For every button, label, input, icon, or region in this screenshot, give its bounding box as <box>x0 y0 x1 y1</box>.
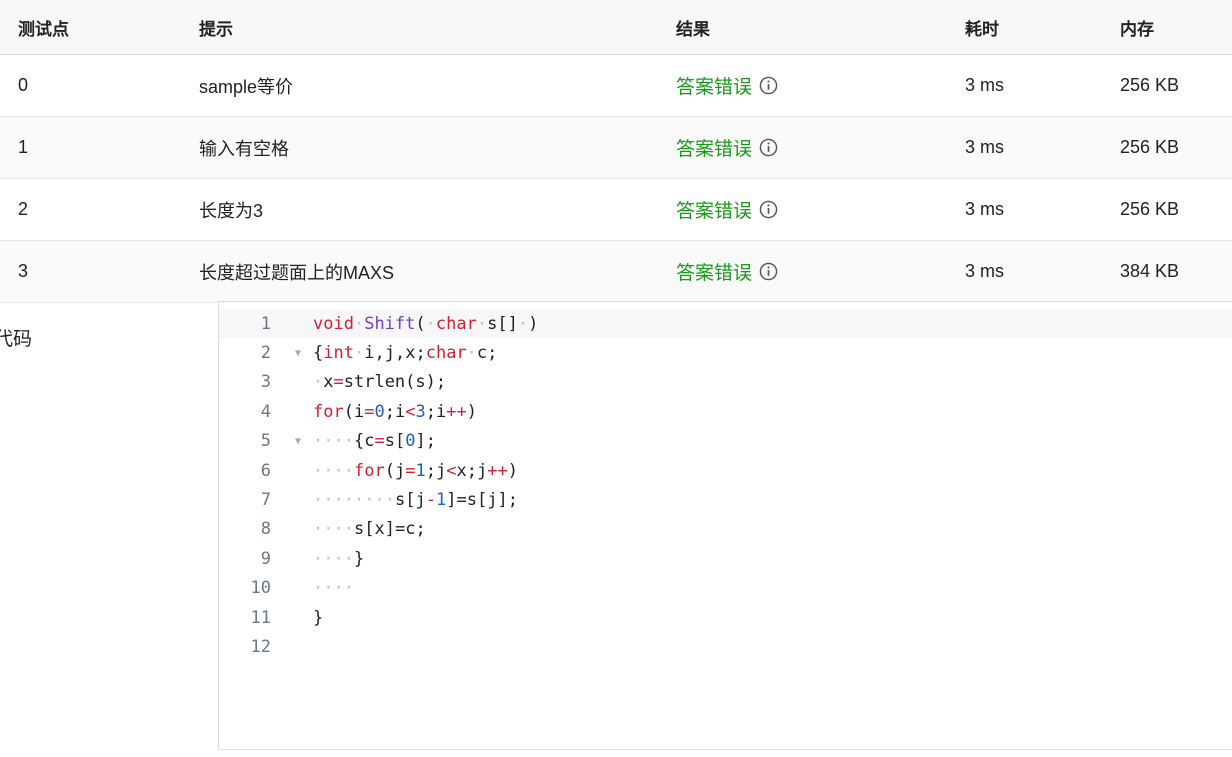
result-cell: 答案错误 <box>676 179 778 240</box>
code-line[interactable]: 12 <box>219 632 1232 661</box>
line-number: 7 <box>260 490 271 511</box>
code-line[interactable]: 3 ·x=strlen(s); <box>219 368 1232 397</box>
table-row: 1 输入有空格 答案错误 3 ms 256 KB <box>0 117 1232 179</box>
line-number: 9 <box>260 548 271 569</box>
code-line[interactable]: 7 ········s[j-1]=s[j]; <box>219 485 1232 514</box>
line-number: 11 <box>250 607 271 628</box>
memory-value: 256 KB <box>1120 137 1180 157</box>
code-text: ····{c=s[0]; <box>313 431 436 452</box>
code-text: ····s[x]=c; <box>313 519 426 540</box>
fold-arrow-icon[interactable]: ▼ <box>295 348 301 359</box>
line-number: 1 <box>260 313 271 334</box>
testpoint-hint: 输入有空格 <box>199 138 289 159</box>
line-number: 5 <box>260 431 271 452</box>
header-testpoint: 测试点 <box>18 19 69 39</box>
fold-arrow-icon[interactable]: ▼ <box>295 436 301 447</box>
info-icon[interactable] <box>759 262 778 281</box>
result-cell: 答案错误 <box>676 241 778 302</box>
table-row: 2 长度为3 答案错误 3 ms 256 KB <box>0 179 1232 241</box>
time-value: 3 ms <box>965 261 1005 281</box>
testpoint-hint: 长度为3 <box>199 200 264 221</box>
code-text: ········s[j-1]=s[j]; <box>313 490 518 511</box>
code-line[interactable]: 1 void·Shift(·char·s[]·) <box>219 309 1232 339</box>
result-cell: 答案错误 <box>676 117 778 178</box>
code-line[interactable]: 2 ▼ {int·i,j,x;char·c; <box>219 338 1232 367</box>
testpoint-id: 0 <box>18 75 29 95</box>
testpoint-hint: 长度超过题面上的MAXS <box>199 262 395 283</box>
status-badge: 答案错误 <box>676 201 753 222</box>
code-line[interactable]: 8 ····s[x]=c; <box>219 515 1232 544</box>
line-number: 2 <box>260 343 271 364</box>
code-line[interactable]: 10 ···· <box>219 574 1232 603</box>
testpoint-hint: sample等价 <box>199 76 294 97</box>
memory-value: 256 KB <box>1120 199 1180 219</box>
status-badge: 答案错误 <box>676 139 753 160</box>
line-number: 4 <box>260 401 271 422</box>
code-text: ·x=strlen(s); <box>313 372 447 393</box>
info-icon[interactable] <box>759 200 778 219</box>
header-hint: 提示 <box>199 19 233 39</box>
test-results-table: 测试点 提示 结果 耗时 内存 0 sample等价 答案错误 3 ms 256… <box>0 0 1232 303</box>
table-row: 3 长度超过题面上的MAXS 答案错误 3 ms 384 KB <box>0 241 1232 303</box>
info-icon[interactable] <box>759 76 778 95</box>
header-result: 结果 <box>676 19 710 39</box>
code-line[interactable]: 9 ····} <box>219 544 1232 573</box>
info-icon[interactable] <box>759 138 778 157</box>
result-cell: 答案错误 <box>676 55 778 116</box>
line-number: 3 <box>260 372 271 393</box>
code-text: void·Shift(·char·s[]·) <box>313 313 539 334</box>
table-row: 0 sample等价 答案错误 3 ms 256 KB <box>0 55 1232 117</box>
code-text: for(i=0;i<3;i++) <box>313 401 477 422</box>
code-line[interactable]: 11} <box>219 603 1232 632</box>
code-text: {int·i,j,x;char·c; <box>313 343 498 364</box>
header-time: 耗时 <box>965 19 999 39</box>
table-header: 测试点 提示 结果 耗时 内存 <box>0 0 1232 55</box>
line-number: 10 <box>250 578 271 599</box>
code-line[interactable]: 5 ▼ ····{c=s[0]; <box>219 427 1232 456</box>
memory-value: 256 KB <box>1120 75 1180 95</box>
status-badge: 答案错误 <box>676 263 753 284</box>
line-number: 6 <box>260 460 271 481</box>
code-editor[interactable]: 1 void·Shift(·char·s[]·) 2 ▼ {int·i,j,x;char… <box>218 301 1232 750</box>
code-text: ····} <box>313 548 365 569</box>
code-line[interactable]: 6 ····for(j=1;j<x;j++) <box>219 456 1232 485</box>
testpoint-id: 1 <box>18 137 29 157</box>
testpoint-id: 2 <box>18 199 29 219</box>
code-section-label: 代码 <box>0 329 33 350</box>
line-number: 12 <box>250 637 271 658</box>
code-line[interactable]: 4 for(i=0;i<3;i++) <box>219 397 1232 426</box>
line-number: 8 <box>260 519 271 540</box>
code-text: } <box>313 607 324 628</box>
header-memory: 内存 <box>1120 19 1154 39</box>
time-value: 3 ms <box>965 137 1005 157</box>
time-value: 3 ms <box>965 75 1005 95</box>
code-text: ····for(j=1;j<x;j++) <box>313 460 518 481</box>
time-value: 3 ms <box>965 199 1005 219</box>
status-badge: 答案错误 <box>676 77 753 98</box>
testpoint-id: 3 <box>18 261 29 281</box>
code-text: ···· <box>313 578 354 599</box>
memory-value: 384 KB <box>1120 261 1180 281</box>
